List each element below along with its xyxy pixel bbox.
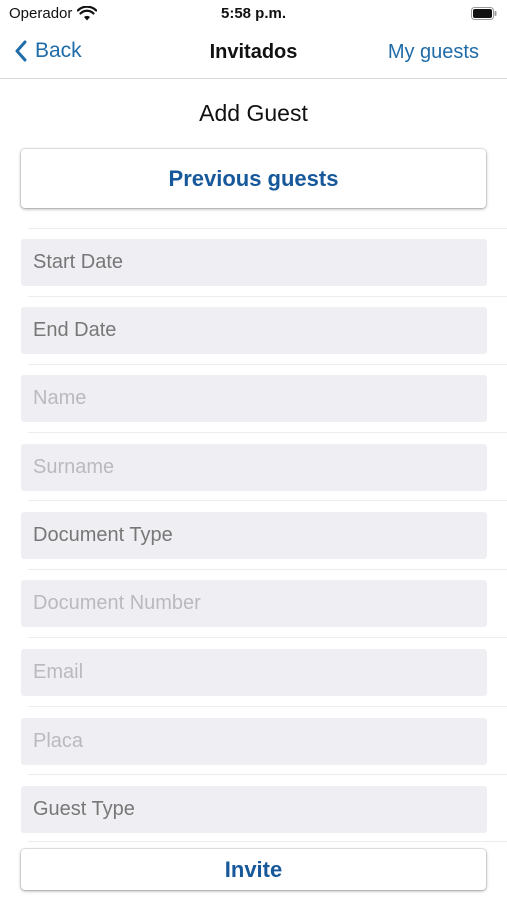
divider [28,841,507,842]
status-bar: Operador 5:58 p.m. [0,0,507,28]
divider [28,500,507,501]
invite-button[interactable]: Invite [21,849,486,890]
start-date-field[interactable]: Start Date [21,239,487,286]
divider [28,637,507,638]
navigation-bar: Back Invitados My guests [0,28,507,79]
guest-type-field[interactable]: Guest Type [21,786,487,833]
divider [28,228,507,229]
back-label: Back [35,39,82,62]
email-input[interactable]: Email [21,649,487,696]
document-number-input[interactable]: Document Number [21,580,487,627]
end-date-field[interactable]: End Date [21,307,487,354]
divider [28,296,507,297]
divider [28,569,507,570]
document-type-field[interactable]: Document Type [21,512,487,559]
page-title: Add Guest [199,100,308,126]
status-time: 5:58 p.m. [220,5,287,22]
my-guests-button[interactable]: My guests [388,41,479,64]
divider [28,364,507,365]
battery-icon [471,7,497,20]
name-input[interactable]: Name [21,375,487,422]
divider [28,432,507,433]
surname-input[interactable]: Surname [21,444,487,491]
divider [28,774,507,775]
chevron-left-icon [15,40,27,62]
placa-input[interactable]: Placa [21,718,487,765]
divider [28,706,507,707]
previous-guests-button[interactable]: Previous guests [21,149,486,208]
back-button[interactable]: Back [14,39,82,63]
